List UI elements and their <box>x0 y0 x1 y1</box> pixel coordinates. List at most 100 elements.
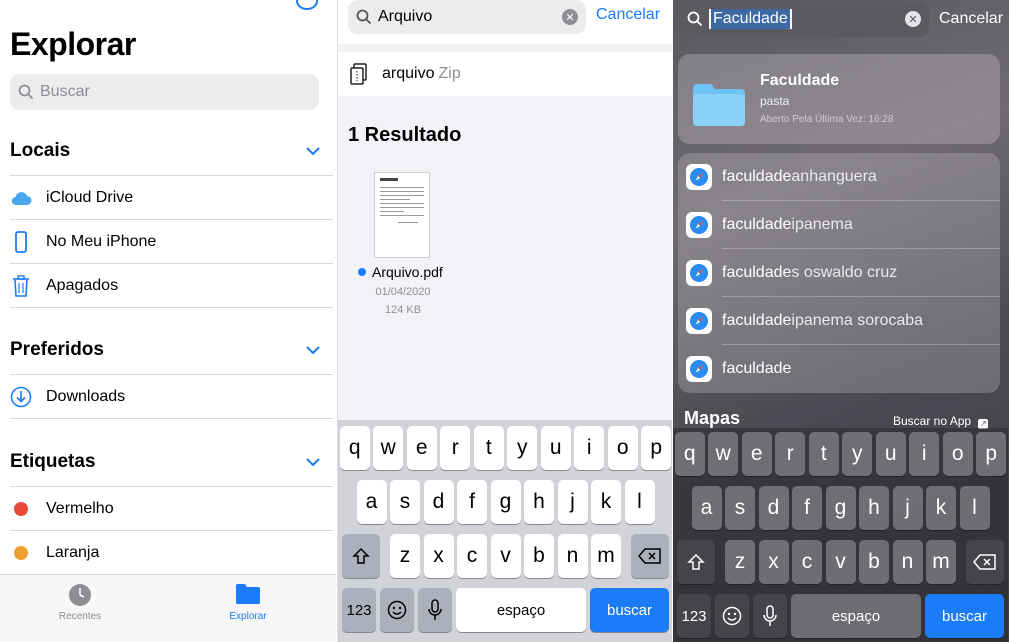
web-suggestion[interactable]: faculdade <box>678 345 1000 393</box>
key-p[interactable]: p <box>976 432 1007 476</box>
web-suggestion[interactable]: faculdade s oswaldo cruz <box>678 249 1000 297</box>
space-key[interactable]: espaço <box>791 594 921 638</box>
key-g[interactable]: g <box>825 486 856 530</box>
key-v[interactable]: v <box>490 534 521 578</box>
key-t[interactable]: t <box>808 432 839 476</box>
key-k[interactable]: k <box>591 480 621 524</box>
sidebar-item-downloads[interactable]: Downloads <box>10 374 333 418</box>
key-x[interactable]: x <box>758 540 789 584</box>
numbers-key[interactable]: 123 <box>342 588 376 632</box>
section-locais[interactable]: Locais <box>10 136 332 166</box>
tab-explorar[interactable]: Explorar <box>198 583 298 622</box>
key-r[interactable]: r <box>440 426 471 470</box>
microphone-key[interactable] <box>418 588 452 632</box>
key-v[interactable]: v <box>825 540 856 584</box>
key-i[interactable]: i <box>574 426 605 470</box>
microphone-key[interactable] <box>753 594 787 638</box>
key-y[interactable]: y <box>507 426 538 470</box>
search-suggestion[interactable]: arquivo Zip <box>338 52 672 96</box>
search-in-app-link[interactable]: Buscar no App ↗ <box>893 414 989 429</box>
key-o[interactable]: o <box>942 432 973 476</box>
web-suggestion[interactable]: faculdade ipanema sorocaba <box>678 297 1000 345</box>
backspace-key[interactable] <box>966 540 1004 584</box>
cancel-button[interactable]: Cancelar <box>596 6 660 24</box>
key-j[interactable]: j <box>892 486 923 530</box>
search-key[interactable]: buscar <box>925 594 1004 638</box>
section-etiquetas[interactable]: Etiquetas <box>10 447 332 477</box>
key-t[interactable]: t <box>473 426 504 470</box>
key-e[interactable]: e <box>741 432 772 476</box>
shift-key[interactable] <box>342 534 380 578</box>
file-thumbnail[interactable] <box>374 172 430 258</box>
search-input[interactable]: Faculdade ✕ <box>679 1 929 37</box>
key-k[interactable]: k <box>926 486 956 530</box>
chevron-down-icon[interactable] <box>306 140 320 162</box>
key-s[interactable]: s <box>725 486 755 530</box>
section-preferidos[interactable]: Preferidos <box>10 335 332 365</box>
cancel-button[interactable]: Cancelar <box>939 10 1003 28</box>
search-key[interactable]: buscar <box>590 588 669 632</box>
key-u[interactable]: u <box>875 432 906 476</box>
key-d[interactable]: d <box>758 486 789 530</box>
key-c[interactable]: c <box>457 534 487 578</box>
key-n[interactable]: n <box>557 534 588 578</box>
key-j[interactable]: j <box>557 480 588 524</box>
chevron-down-icon[interactable] <box>306 339 320 361</box>
key-p[interactable]: p <box>641 426 672 470</box>
tag-item-vermelho[interactable]: Vermelho <box>10 486 333 530</box>
key-h[interactable]: h <box>859 486 889 530</box>
section-title: Mapas <box>684 408 741 428</box>
key-f[interactable]: f <box>792 486 822 530</box>
key-a[interactable]: a <box>356 480 387 524</box>
key-o[interactable]: o <box>607 426 638 470</box>
key-i[interactable]: i <box>909 432 940 476</box>
search-input[interactable]: Buscar <box>10 74 319 110</box>
key-x[interactable]: x <box>423 534 454 578</box>
web-suggestion[interactable]: faculdade anhanguera <box>678 153 1000 201</box>
emoji-key[interactable] <box>380 588 414 632</box>
key-w[interactable]: w <box>373 426 404 470</box>
key-f[interactable]: f <box>457 480 487 524</box>
space-key[interactable]: espaço <box>456 588 586 632</box>
key-u[interactable]: u <box>540 426 571 470</box>
key-a[interactable]: a <box>691 486 722 530</box>
key-b[interactable]: b <box>524 534 554 578</box>
key-m[interactable]: m <box>926 540 956 584</box>
sidebar-item-apagados[interactable]: Apagados <box>10 263 333 307</box>
sidebar-item-on-my-iphone[interactable]: No Meu iPhone <box>10 219 333 263</box>
chevron-down-icon[interactable] <box>306 451 320 473</box>
more-icon[interactable] <box>296 0 318 10</box>
web-suggestion[interactable]: faculdade ipanema <box>678 201 1000 249</box>
backspace-key[interactable] <box>631 534 669 578</box>
sidebar-item-icloud-drive[interactable]: iCloud Drive <box>10 175 333 219</box>
emoji-key[interactable] <box>715 594 749 638</box>
key-b[interactable]: b <box>859 540 889 584</box>
tag-dot-container <box>10 542 32 564</box>
key-d[interactable]: d <box>423 480 454 524</box>
key-e[interactable]: e <box>406 426 437 470</box>
key-h[interactable]: h <box>524 480 554 524</box>
search-input[interactable]: Arquivo ✕ <box>348 0 586 34</box>
shift-key[interactable] <box>677 540 715 584</box>
key-n[interactable]: n <box>892 540 923 584</box>
tab-recentes[interactable]: Recentes <box>30 583 130 622</box>
key-s[interactable]: s <box>390 480 420 524</box>
key-g[interactable]: g <box>490 480 521 524</box>
key-r[interactable]: r <box>775 432 806 476</box>
clear-icon[interactable]: ✕ <box>562 9 578 25</box>
top-hit-card[interactable]: Faculdade pasta Aberto Pela Última Vez: … <box>678 54 1000 144</box>
key-l[interactable]: l <box>624 480 655 524</box>
tag-item-laranja[interactable]: Laranja <box>10 530 333 574</box>
key-l[interactable]: l <box>959 486 990 530</box>
key-q[interactable]: q <box>339 426 370 470</box>
key-w[interactable]: w <box>708 432 739 476</box>
clear-icon[interactable]: ✕ <box>905 11 921 27</box>
key-m[interactable]: m <box>591 534 621 578</box>
key-c[interactable]: c <box>792 540 822 584</box>
key-y[interactable]: y <box>842 432 873 476</box>
key-z[interactable]: z <box>390 534 420 578</box>
numbers-key[interactable]: 123 <box>677 594 711 638</box>
file-name[interactable]: Arquivo.pdf <box>358 264 443 280</box>
key-q[interactable]: q <box>674 432 705 476</box>
key-z[interactable]: z <box>725 540 755 584</box>
